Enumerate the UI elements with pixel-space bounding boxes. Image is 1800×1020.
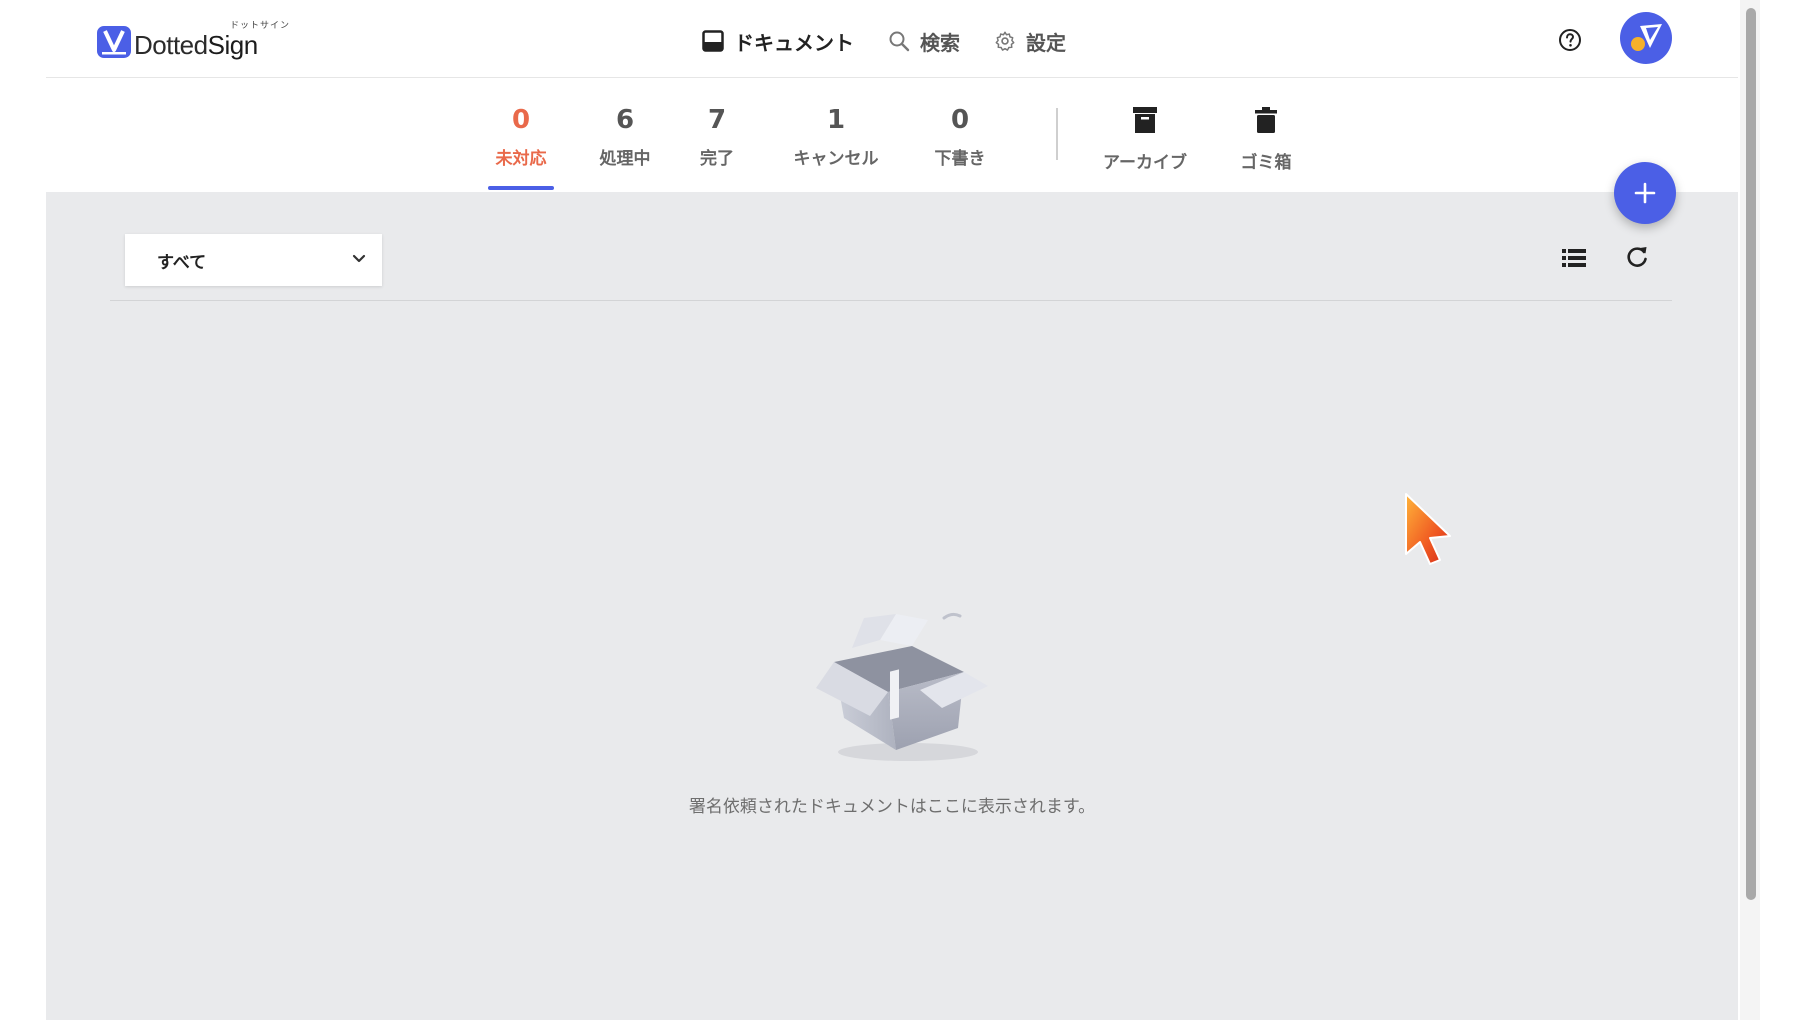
tab-in-progress[interactable]: 6 処理中 — [588, 106, 662, 169]
filter-select-value: すべて — [157, 252, 207, 273]
empty-box-illustration — [816, 612, 988, 761]
logo[interactable]: DottedSign ドットサイン — [96, 20, 289, 60]
logo-kana: ドットサイン — [230, 21, 291, 31]
app-window: DottedSign ドットサイン ドキュメント 検索 設定 0 未対応 6 処… — [46, 0, 1738, 1020]
logo-text: DottedSign — [134, 30, 258, 60]
logo-mark-icon — [97, 26, 131, 58]
tab-count: 1 — [826, 105, 846, 135]
avatar-graphic-icon — [1631, 24, 1662, 51]
nav-documents-label: ドキュメント — [734, 30, 854, 55]
tab-unprocessed[interactable]: 0 未対応 — [484, 106, 558, 169]
list-view-icon[interactable] — [1562, 248, 1586, 268]
tab-label: 未対応 — [495, 149, 547, 169]
filter-select[interactable]: すべて — [125, 234, 382, 286]
nav-settings[interactable]: 設定 — [994, 27, 1066, 56]
logo-text-sign: Sign — [207, 30, 259, 60]
tab-divider — [1056, 108, 1058, 160]
gear-icon — [995, 31, 1015, 51]
tab-label: ゴミ箱 — [1240, 153, 1292, 173]
tab-count: 0 — [950, 105, 970, 135]
logo-text-dotted: Dotted — [134, 30, 208, 60]
main-nav: ドキュメント 検索 設定 — [702, 24, 1100, 58]
tab-label: 完了 — [700, 149, 734, 169]
tab-cancelled[interactable]: 1 キャンセル — [780, 106, 892, 169]
refresh-icon[interactable] — [1624, 244, 1650, 270]
tab-count: 0 — [511, 105, 531, 135]
document-list-area: すべて 署名依頼されたドキュメントはここに表示されます。 — [46, 192, 1738, 1020]
inbox-icon — [702, 30, 724, 52]
mouse-cursor-icon — [1405, 493, 1451, 565]
toolbar-divider — [110, 300, 1672, 301]
page-scrollbar[interactable] — [1740, 0, 1760, 1020]
tab-drafts[interactable]: 0 下書き — [922, 106, 998, 169]
empty-state-message: 署名依頼されたドキュメントはここに表示されます。 — [688, 797, 1096, 817]
add-document-button[interactable] — [1614, 162, 1676, 224]
tab-archive[interactable]: アーカイブ — [1086, 106, 1204, 173]
tab-completed[interactable]: 7 完了 — [686, 106, 748, 169]
scrollbar-thumb[interactable] — [1746, 8, 1756, 900]
tab-trash[interactable]: ゴミ箱 — [1224, 106, 1308, 173]
nav-search-label: 検索 — [920, 30, 960, 55]
tab-count: 7 — [707, 105, 727, 135]
tab-label: 処理中 — [599, 149, 651, 169]
archive-box-icon — [1133, 107, 1157, 133]
avatar[interactable] — [1620, 12, 1672, 64]
nav-settings-label: 設定 — [1026, 30, 1066, 55]
question-circle-icon[interactable] — [1558, 28, 1582, 52]
top-bar: DottedSign ドットサイン ドキュメント 検索 設定 — [46, 0, 1738, 78]
active-tab-indicator — [488, 186, 554, 190]
status-tabs: 0 未対応 6 処理中 7 完了 1 キャンセル 0 下書き アーカイブ ゴミ箱 — [46, 78, 1738, 192]
tab-label: キャンセル — [793, 149, 879, 169]
trash-icon — [1255, 107, 1277, 133]
plus-icon — [1634, 182, 1656, 204]
tab-label: 下書き — [934, 149, 986, 169]
chevron-down-icon — [352, 254, 366, 263]
nav-documents[interactable]: ドキュメント — [702, 27, 854, 56]
tab-label: アーカイブ — [1103, 153, 1187, 173]
nav-search[interactable]: 検索 — [888, 27, 960, 56]
search-icon — [889, 31, 910, 52]
tab-count: 6 — [615, 105, 635, 135]
